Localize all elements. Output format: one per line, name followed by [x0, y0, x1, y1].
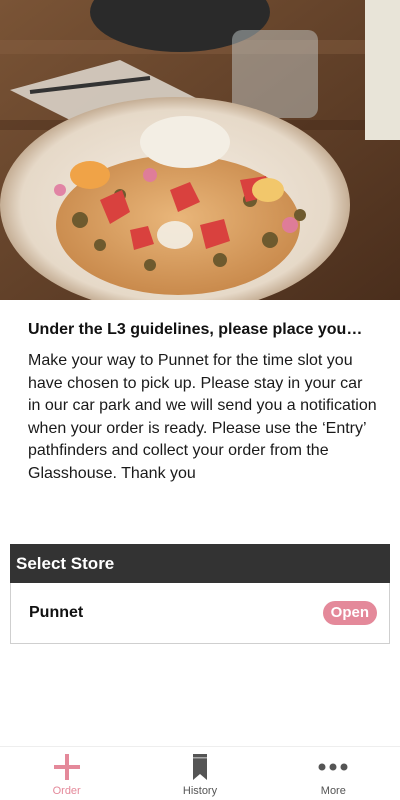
- store-name: Punnet: [29, 604, 84, 621]
- pickup-notice: Under the L3 guidelines, please place yo…: [28, 318, 378, 485]
- nav-item-history[interactable]: History: [133, 747, 266, 800]
- hero-food-image: [0, 0, 400, 300]
- food-plate-illustration: [0, 0, 400, 300]
- nav-label-history: History: [182, 785, 218, 797]
- nav-item-more[interactable]: More: [267, 747, 400, 800]
- plus-icon: [53, 753, 81, 781]
- bookmark-icon: [192, 753, 208, 781]
- notice-headline: Under the L3 guidelines, please place yo…: [28, 321, 363, 338]
- more-dots-icon: [318, 753, 348, 781]
- nav-item-order[interactable]: Order: [0, 747, 133, 800]
- notice-body: Make your way to Punnet for the time slo…: [28, 352, 377, 482]
- select-store-header: Select Store: [10, 544, 390, 583]
- nav-label-more: More: [320, 785, 346, 797]
- nav-label-order: Order: [52, 785, 81, 797]
- store-item-punnet[interactable]: Punnet Open: [10, 583, 390, 644]
- status-badge: Open: [322, 601, 377, 625]
- bottom-navigation: Order History More: [0, 746, 400, 800]
